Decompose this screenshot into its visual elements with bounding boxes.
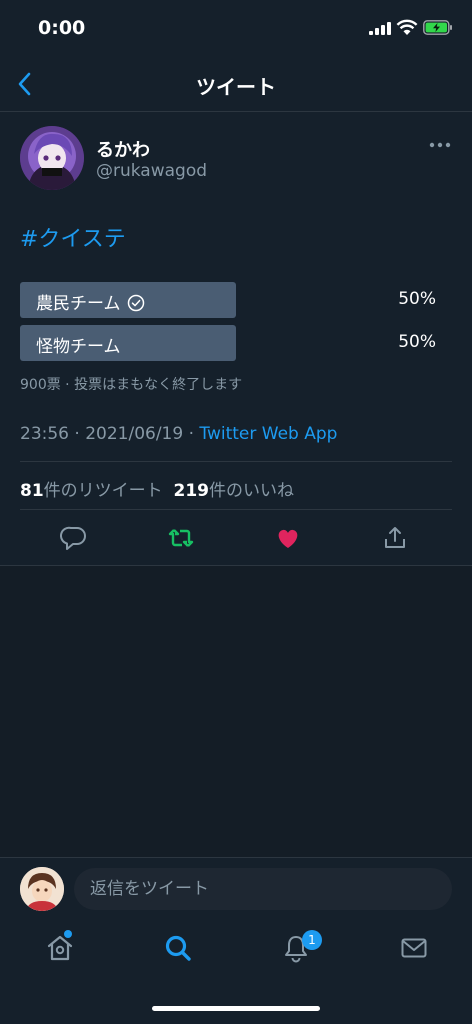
divider (20, 461, 452, 462)
mail-icon[interactable] (399, 933, 429, 963)
like-count[interactable]: 219 (173, 481, 209, 501)
poll-option-percent: 50% (398, 332, 436, 352)
hashtag-link[interactable]: #クイステ (20, 221, 126, 253)
page-title: ツイート (196, 75, 276, 99)
retweet-count[interactable]: 81 (20, 481, 44, 501)
like-icon[interactable] (274, 524, 302, 552)
source-link[interactable]: Twitter Web App (199, 424, 337, 444)
more-icon[interactable] (428, 140, 452, 150)
poll-option-percent: 50% (398, 289, 436, 309)
search-icon[interactable] (163, 933, 193, 963)
notification-badge: 1 (302, 930, 322, 950)
home-badge-dot (64, 930, 72, 938)
nav-header: ツイート (0, 58, 472, 112)
check-icon (127, 294, 144, 312)
status-bar: 0:00 (0, 0, 472, 58)
divider (20, 509, 452, 510)
retweet-icon[interactable] (167, 524, 195, 552)
reply-input[interactable]: 返信をツイート (74, 868, 452, 910)
poll-meta: 900票 · 投票はまもなく終了します (20, 377, 243, 393)
reply-bar: 返信をツイート 1 (0, 857, 472, 1024)
battery-icon (423, 20, 452, 35)
tweet-detail: るかわ @rukawagod #クイステ 農民チーム 50% 怪物チーム 50%… (0, 112, 472, 566)
timestamp-text: 23:56 · 2021/06/19 · (20, 424, 200, 444)
signal-icon (369, 22, 391, 35)
home-icon[interactable] (45, 933, 75, 963)
poll-option: 怪物チーム 50% (20, 325, 452, 361)
author-handle[interactable]: @rukawagod (96, 161, 207, 181)
poll-option-label: 怪物チーム (36, 337, 121, 357)
avatar[interactable] (20, 126, 84, 190)
tweet-stats: 81件のリツイート 219件のいいね (20, 476, 294, 501)
author-name[interactable]: るかわ (96, 136, 150, 162)
status-time: 0:00 (38, 17, 86, 39)
avatar-illustration (20, 126, 84, 190)
reply-icon[interactable] (60, 524, 88, 552)
poll-option-text: 農民チーム (36, 294, 121, 314)
home-indicator[interactable] (152, 1006, 320, 1011)
poll-option-label: 農民チーム (36, 289, 145, 314)
user-avatar[interactable] (20, 867, 64, 911)
share-icon[interactable] (381, 524, 409, 552)
poll-option: 農民チーム 50% (20, 282, 452, 318)
retweet-label[interactable]: 件のリツイート (44, 481, 163, 501)
like-label[interactable]: 件のいいね (209, 481, 294, 501)
tweet-timestamp: 23:56 · 2021/06/19 · Twitter Web App (20, 424, 337, 444)
wifi-icon (396, 19, 418, 35)
user-avatar-illustration (20, 867, 64, 911)
